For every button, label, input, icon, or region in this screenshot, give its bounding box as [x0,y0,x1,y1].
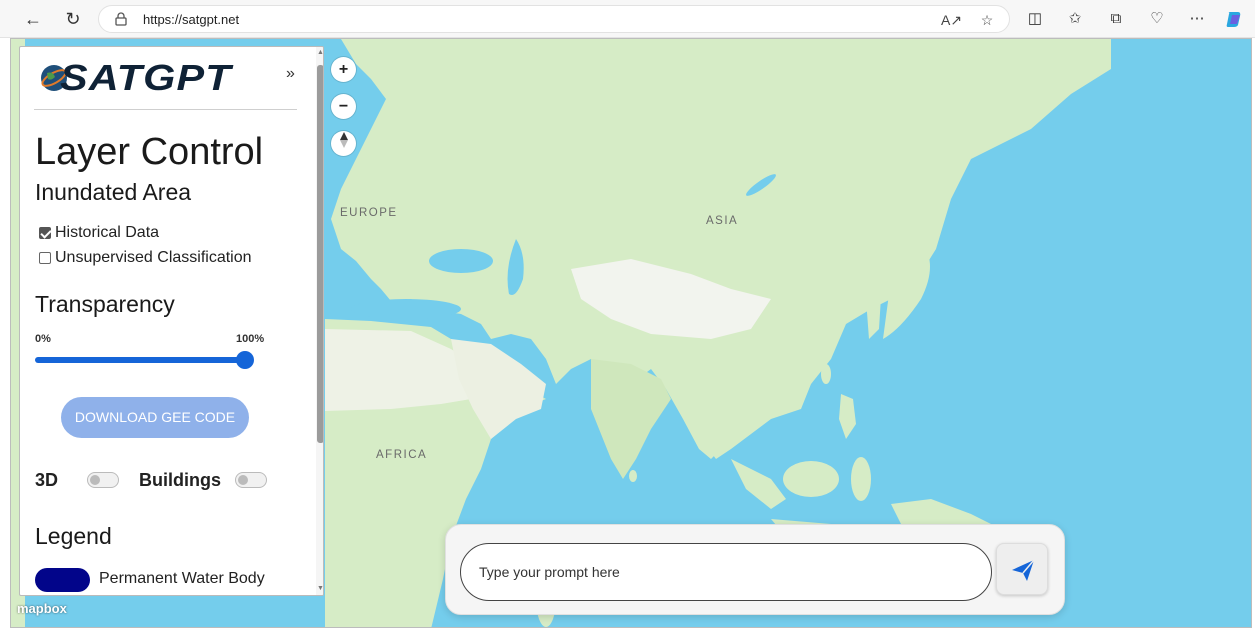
toggle-buildings-switch[interactable] [235,472,267,488]
mapbox-logo[interactable]: mapbox [17,601,67,616]
download-gee-code-button[interactable]: DOWNLOAD GEE CODE [61,397,249,438]
zoom-out-button[interactable]: − [331,94,356,119]
split-screen-icon[interactable]: ◫ [1024,9,1046,29]
refresh-icon[interactable]: ↻ [62,8,84,30]
read-aloud-icon[interactable]: A↗ [941,11,962,29]
unsupervised-classification-label[interactable]: Unsupervised Classification [55,249,252,267]
layer-control-panel: SATGPT » Layer Control Inundated Area Hi… [19,46,324,596]
copilot-icon[interactable] [1223,9,1245,29]
browser-toolbar: ← ↻ https://satgpt.net A↗ ☆ ◫ ✩ ⧉ ♡ ⋯ [0,0,1255,38]
scroll-up-icon[interactable]: ▲ [316,49,323,56]
historical-data-checkbox[interactable] [39,227,51,239]
map-label-europe: EUROPE [340,207,398,219]
historical-data-label[interactable]: Historical Data [55,224,159,242]
toggle-buildings-label: Buildings [139,470,221,490]
panel-scrollbar[interactable]: ▲ ▼ [316,47,323,595]
section-transparency: Transparency [35,291,175,317]
prompt-input[interactable] [460,543,992,601]
slider-min-label: 0% [35,333,51,345]
transparency-slider-thumb[interactable] [236,351,254,369]
favorite-icon[interactable]: ☆ [977,11,997,29]
map-viewport[interactable]: EUROPE ASIA AFRICA + − mapbox SATGPT » L… [10,38,1252,628]
send-button[interactable] [996,543,1048,595]
map-label-asia: ASIA [706,215,739,227]
toggle-3d-switch[interactable] [87,472,119,488]
lock-icon[interactable] [115,12,127,26]
compass-icon [339,132,348,148]
scrollbar-thumb[interactable] [317,65,323,443]
scroll-down-icon[interactable]: ▼ [316,585,323,592]
legend-label-permanent-water: Permanent Water Body [99,570,265,587]
panel-title: Layer Control [35,131,264,173]
more-icon[interactable]: ⋯ [1186,9,1208,29]
legend-swatch-permanent-water [35,568,90,592]
section-inundated-area: Inundated Area [35,179,192,205]
collections-icon[interactable]: ⧉ [1105,9,1127,29]
browser-essentials-icon[interactable]: ♡ [1146,9,1168,29]
app-logo: SATGPT [60,57,232,98]
map-label-africa: AFRICA [376,449,428,461]
url-text[interactable]: https://satgpt.net [143,12,239,27]
collapse-panel-button[interactable]: » [286,65,295,83]
address-bar[interactable]: https://satgpt.net A↗ ☆ [98,5,1010,33]
favorites-bar-icon[interactable]: ✩ [1064,9,1086,29]
slider-max-label: 100% [236,333,265,345]
compass-button[interactable] [331,131,356,156]
transparency-slider-track[interactable] [35,357,246,363]
unsupervised-classification-checkbox[interactable] [39,252,51,264]
prompt-container [445,524,1065,615]
toggle-3d-label: 3D [35,470,59,490]
send-icon [1012,559,1035,581]
divider [34,109,297,110]
section-legend: Legend [35,523,112,549]
back-icon[interactable]: ← [22,8,44,30]
zoom-in-button[interactable]: + [331,57,356,82]
